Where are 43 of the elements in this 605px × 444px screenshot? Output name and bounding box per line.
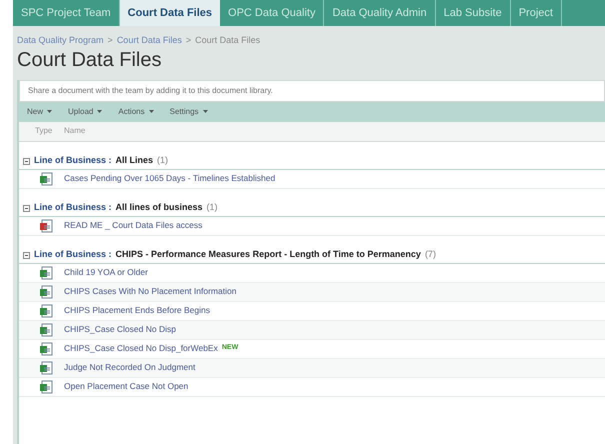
breadcrumb-link[interactable]: Data Quality Program bbox=[17, 34, 104, 48]
group-field: Line of Business : bbox=[34, 248, 112, 262]
nav-tab[interactable]: Lab Subsite bbox=[436, 0, 511, 26]
library-description: Share a document with the team by adding it to this document library. bbox=[19, 80, 605, 102]
nav-tab[interactable]: Data Quality Admin bbox=[324, 0, 436, 26]
page-title: Court Data Files bbox=[16, 48, 162, 72]
document-link[interactable]: CHIPS_Case Closed No Disp bbox=[64, 323, 176, 336]
caret-icon bbox=[97, 110, 102, 113]
caret-icon bbox=[148, 110, 154, 113]
toolbar-menu-button[interactable]: Actions bbox=[118, 106, 154, 118]
document-link[interactable]: CHIPS Cases With No Placement Information bbox=[64, 285, 236, 298]
document-link[interactable]: Child 19 YOA or Older bbox=[64, 266, 148, 279]
caret-icon bbox=[47, 110, 52, 113]
toolbar-menu-button[interactable]: Settings bbox=[170, 106, 208, 118]
breadcrumb-text: > bbox=[186, 34, 192, 47]
nav-tab[interactable]: Court Data Files bbox=[120, 0, 220, 26]
document-link[interactable]: Judge Not Recorded On Judgment bbox=[64, 361, 196, 374]
column-heading[interactable]: Name bbox=[64, 125, 86, 137]
group-count: (1) bbox=[157, 154, 168, 168]
caret-icon bbox=[202, 110, 208, 113]
group-value: All lines of business bbox=[116, 201, 203, 214]
collapse-icon[interactable] bbox=[23, 252, 30, 258]
document-link[interactable]: CHIPS_Case Closed No Disp_forWebEx bbox=[64, 342, 218, 355]
group-field: Line of Business : bbox=[34, 201, 112, 215]
toolbar-menu-button[interactable]: Upload bbox=[68, 106, 102, 118]
group-count: (1) bbox=[206, 201, 218, 214]
document-link[interactable]: CHIPS Placement Ends Before Begins bbox=[64, 304, 210, 317]
breadcrumb-link[interactable]: Court Data Files bbox=[116, 34, 182, 48]
document-link[interactable]: READ ME _ Court Data Files access bbox=[64, 219, 202, 232]
group-value: CHIPS - Performance Measures Report - Length of Time to Permanency bbox=[116, 248, 421, 262]
group-field: Line of Business : bbox=[34, 154, 112, 168]
column-heading[interactable]: Type bbox=[19, 125, 64, 137]
group-count: (7) bbox=[424, 248, 436, 262]
document-link[interactable]: Open Placement Case Not Open bbox=[64, 380, 188, 393]
breadcrumb-text: Court Data Files bbox=[195, 34, 260, 47]
nav-tab[interactable]: OPC Data Quality bbox=[220, 0, 324, 26]
group-value: All Lines bbox=[116, 154, 154, 168]
document-link[interactable]: Cases Pending Over 1065 Days - Timelines Established bbox=[64, 172, 276, 185]
nav-tab[interactable]: Project bbox=[510, 0, 562, 26]
toolbar-menu-button[interactable]: New bbox=[27, 106, 52, 118]
breadcrumb-text: > bbox=[108, 34, 113, 47]
collapse-icon[interactable] bbox=[23, 158, 30, 164]
collapse-icon[interactable] bbox=[23, 204, 30, 212]
